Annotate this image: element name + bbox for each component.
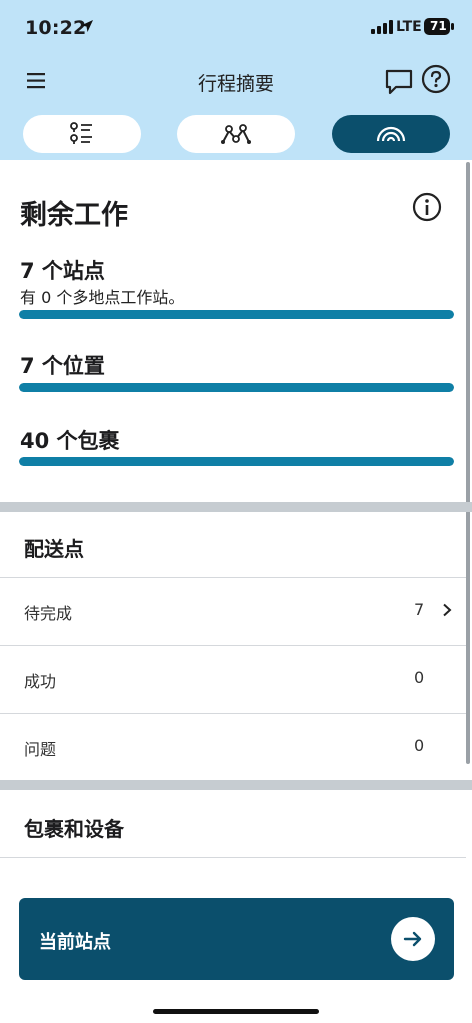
row-label: 成功 <box>24 672 57 691</box>
top-header: 10:22 LTE 71 行程摘要 <box>0 0 472 160</box>
location-arrow-icon <box>81 20 93 32</box>
battery-level: 71 <box>430 19 447 33</box>
tab-route-map[interactable] <box>177 115 295 153</box>
locations-count: 7 个位置 <box>20 354 105 378</box>
help-icon[interactable] <box>421 64 451 94</box>
info-icon[interactable] <box>412 192 442 222</box>
packages-progress-bar <box>19 457 454 466</box>
list-stops-icon <box>70 122 92 144</box>
status-bar: 10:22 LTE 71 <box>0 0 472 58</box>
locations-progress-fill <box>19 383 454 392</box>
row-label: 待完成 <box>24 604 73 623</box>
status-time: 10:22 <box>25 17 87 39</box>
row-value: 0 <box>414 736 425 755</box>
stops-progress-bar <box>19 310 454 319</box>
arrow-right-icon <box>391 917 435 961</box>
current-stop-button[interactable]: 当前站点 <box>19 898 454 980</box>
row-value: 7 <box>414 600 425 619</box>
stops-progress-fill <box>19 310 454 319</box>
packages-devices-title: 包裹和设备 <box>24 817 124 841</box>
packages-count: 40 个包裹 <box>20 429 120 453</box>
network-type: LTE <box>396 19 422 35</box>
tab-progress-summary[interactable] <box>332 115 450 153</box>
delivery-row-pending[interactable]: 待完成 7 <box>0 577 466 645</box>
chevron-right-icon <box>443 603 452 617</box>
scrollbar[interactable] <box>466 162 470 764</box>
tab-stop-list[interactable] <box>23 115 141 153</box>
row-value: 0 <box>414 668 425 687</box>
remaining-work-title: 剩余工作 <box>20 200 128 231</box>
stops-note: 有 0 个多地点工作站。 <box>20 288 185 307</box>
row-label: 问题 <box>24 740 57 759</box>
chat-icon[interactable] <box>384 66 414 96</box>
section-divider <box>0 780 472 790</box>
route-map-icon <box>221 124 251 144</box>
delivery-row-success: 成功 0 <box>0 645 466 713</box>
delivery-row-problem: 问题 0 <box>0 713 466 781</box>
locations-progress-bar <box>19 383 454 392</box>
delivery-points-title: 配送点 <box>24 537 84 561</box>
packages-progress-fill <box>19 457 454 466</box>
home-indicator[interactable] <box>153 1009 319 1014</box>
cellular-signal-icon <box>371 20 393 34</box>
current-stop-label: 当前站点 <box>39 932 111 953</box>
rainbow-progress-icon <box>376 126 406 142</box>
section-divider <box>0 502 472 512</box>
stops-count: 7 个站点 <box>20 259 105 283</box>
divider-line <box>0 857 466 858</box>
